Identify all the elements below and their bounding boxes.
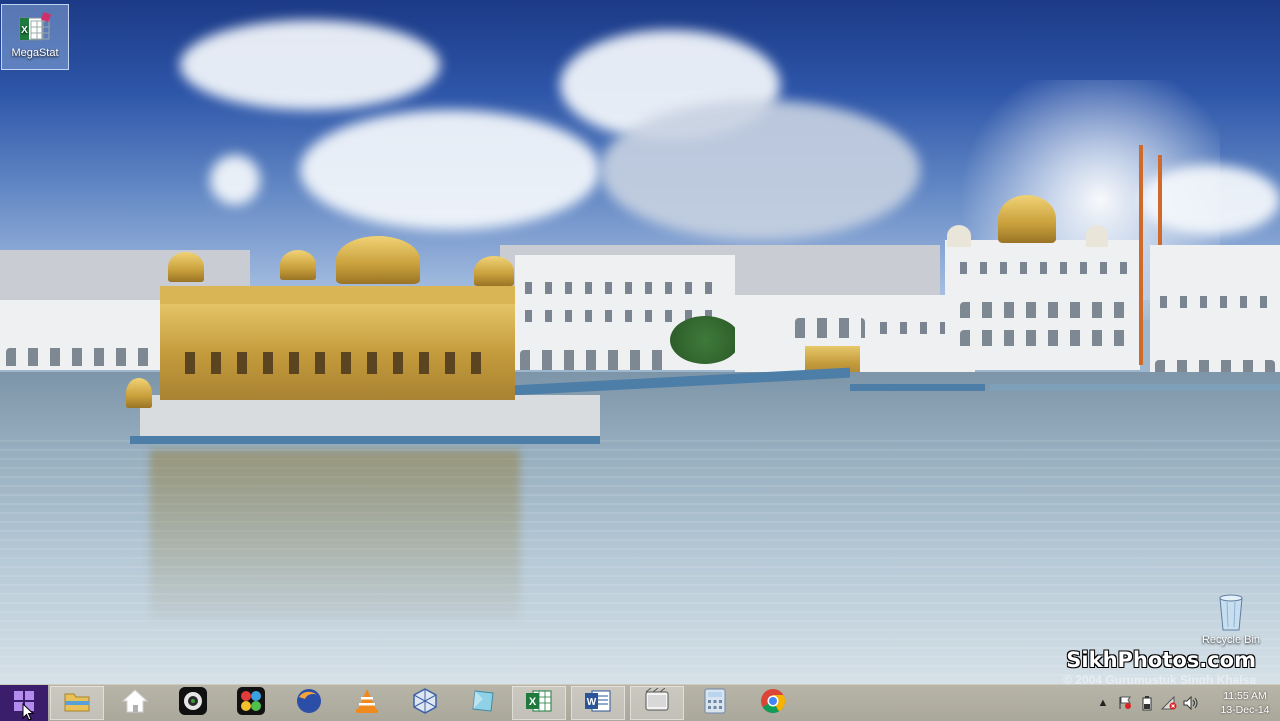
taskbar-glass-app[interactable] [456, 686, 510, 720]
nishan-sahib-mast [1139, 145, 1143, 365]
windows [525, 282, 725, 294]
windows [1160, 296, 1270, 308]
show-hidden-icons-chevron[interactable]: ▲ [1095, 695, 1111, 711]
taskbar-virtualbox[interactable] [398, 686, 452, 720]
excel-addin-icon: X [17, 11, 53, 45]
golden-dome [998, 195, 1056, 243]
desktop-icon-label: MegaStat [11, 47, 59, 59]
small-dome [1086, 225, 1108, 247]
walkway [990, 384, 1280, 391]
svg-text:W: W [587, 697, 597, 708]
windows [960, 262, 1130, 274]
arches [6, 348, 161, 366]
cloud [300, 110, 600, 230]
home-icon [121, 688, 149, 719]
clock-date: 13-Dec-14 [1220, 704, 1270, 716]
taskbar-colorful-app[interactable] [224, 686, 278, 720]
arches [795, 318, 865, 338]
flag-icon[interactable] [1117, 695, 1133, 711]
desktop-icon-megastat[interactable]: X MegaStat [1, 4, 69, 70]
system-tray: ▲ 11:55 AM 13-Dec-14 [1092, 685, 1280, 721]
golden-dome [336, 236, 420, 284]
volume-icon[interactable] [1183, 695, 1199, 711]
colorful-app-icon [236, 686, 266, 721]
cloud [210, 155, 260, 205]
taskbar-home[interactable] [108, 686, 162, 720]
calculator-icon [704, 688, 726, 719]
mouse-cursor-icon [22, 703, 34, 721]
watermark-copyright: © 2004 Gurumustuk Singh Khalsa [1063, 673, 1256, 684]
cloud [600, 100, 920, 240]
taskbar-firefox[interactable] [282, 686, 336, 720]
small-dome [947, 225, 971, 247]
word-icon: W [584, 688, 612, 719]
desktop-wallpaper: SikhPhotos.com © 2004 Gurumustuk Singh K… [0, 0, 1280, 684]
battery-icon[interactable] [1139, 695, 1155, 711]
arches [960, 330, 1130, 346]
file-explorer-icon [63, 689, 91, 718]
desktop-icon-recycle-bin[interactable]: Recycle Bin [1197, 592, 1265, 646]
golden-dome [280, 250, 316, 280]
desktop-icon-label: Recycle Bin [1201, 634, 1261, 646]
clock-time: 11:55 AM [1223, 690, 1267, 702]
cloud [180, 20, 440, 110]
taskbar-video-app[interactable] [630, 686, 684, 720]
wallpaper-watermark: SikhPhotos.com © 2004 Gurumustuk Singh K… [1063, 648, 1256, 684]
firefox-icon [295, 687, 323, 720]
temple-reflection [150, 450, 520, 620]
chrome-icon [759, 687, 787, 720]
golden-temple [160, 300, 515, 400]
webcam-icon [178, 686, 208, 721]
start-button[interactable] [0, 685, 48, 721]
svg-text:X: X [21, 25, 28, 36]
taskbar-excel[interactable]: X [512, 686, 566, 720]
glass-app-icon [469, 687, 497, 720]
causeway [850, 384, 985, 391]
taskbar-word[interactable]: W [571, 686, 625, 720]
taskbar-chrome[interactable] [746, 686, 800, 720]
temple-windows [185, 352, 495, 374]
taskbar-calculator[interactable] [688, 686, 742, 720]
golden-kiosk [126, 378, 152, 408]
taskbar-file-explorer[interactable] [50, 686, 104, 720]
taskbar-vlc[interactable] [340, 686, 394, 720]
tree [670, 316, 740, 364]
arches [960, 302, 1130, 318]
golden-dome [168, 252, 204, 282]
network-error-icon[interactable] [1161, 695, 1177, 711]
temple-platform [130, 436, 600, 444]
excel-icon: X [525, 688, 553, 719]
taskbar-webcam[interactable] [166, 686, 220, 720]
svg-text:X: X [529, 696, 537, 708]
golden-temple-parapet [160, 286, 515, 304]
arches [520, 350, 670, 370]
temple-base [140, 395, 600, 440]
watermark-title: SikhPhotos.com [1066, 648, 1256, 672]
clock[interactable]: 11:55 AM 13-Dec-14 [1210, 689, 1280, 717]
taskbar: X W ▲ 11:55 AM 13-Dec-14 [0, 684, 1280, 721]
video-app-icon [643, 687, 671, 719]
golden-dome [474, 256, 514, 286]
vlc-icon [354, 687, 380, 720]
virtualbox-icon [411, 687, 439, 720]
recycle-bin-icon [1216, 592, 1246, 632]
